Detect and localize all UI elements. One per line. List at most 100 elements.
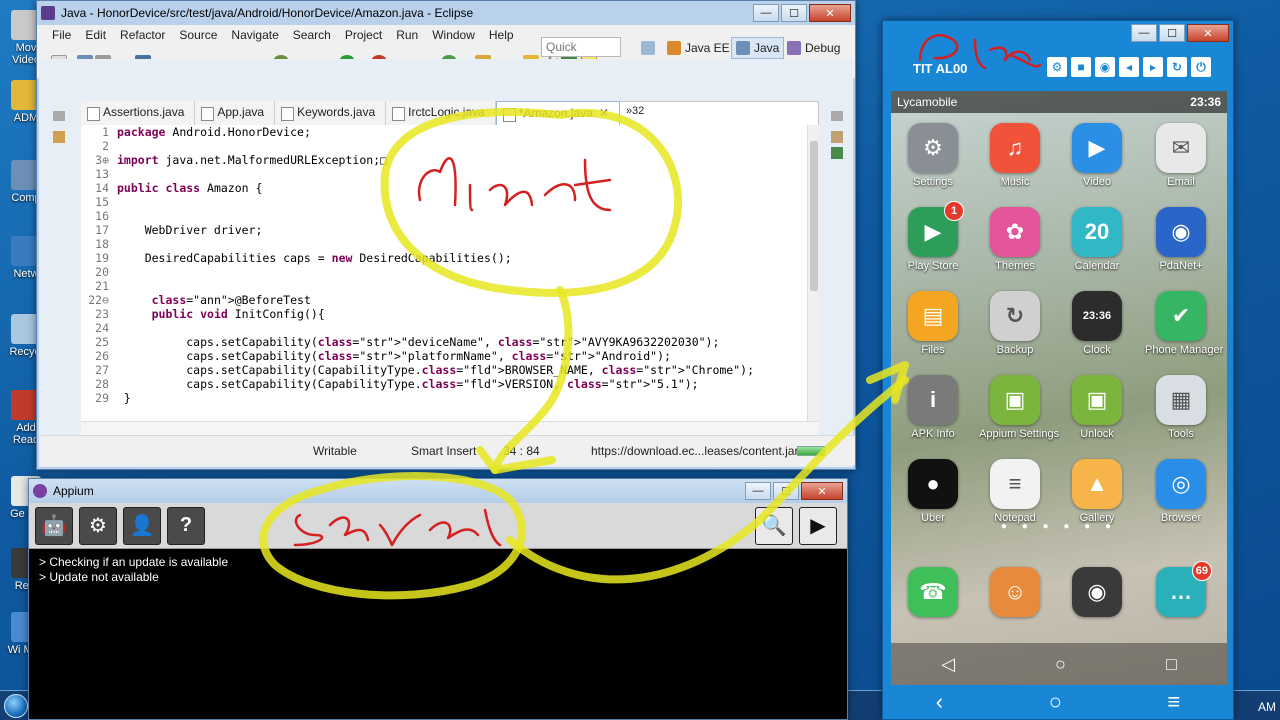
menu-window[interactable]: Window: [425, 28, 482, 42]
appium-close-button[interactable]: ✕: [801, 482, 843, 500]
menu-search[interactable]: Search: [286, 28, 338, 42]
app-pdanet-[interactable]: ◉ PdaNet+: [1145, 207, 1217, 272]
about-button[interactable]: ?: [167, 506, 205, 545]
appium-maximize-button[interactable]: ☐: [773, 482, 799, 500]
app-phone-manager[interactable]: ✔ Phone Manager: [1145, 291, 1223, 356]
phone-screen[interactable]: Lycamobile 23:36 ⚙ Settings ♫ Music ▶ Video ✉ E…: [891, 91, 1227, 685]
app-browser[interactable]: ◎ Browser: [1145, 459, 1217, 524]
mirror-nav-bar: ‹ ○ ≡: [883, 685, 1233, 719]
magnifier-icon: 🔍: [761, 515, 787, 537]
restore-icon[interactable]: [53, 111, 65, 121]
minimize-button[interactable]: —: [753, 4, 779, 22]
code-editor[interactable]: 1 package Android.HonorDevice; 2 3⊕ import j…: [81, 125, 819, 421]
junit-icon[interactable]: [831, 147, 843, 159]
progress-bar[interactable]: [797, 446, 825, 456]
menu-source[interactable]: Source: [172, 28, 224, 42]
code-line: 24: [81, 321, 819, 335]
menu-edit[interactable]: Edit: [78, 28, 113, 42]
camera-icon[interactable]: ◉: [1095, 57, 1115, 77]
menu-run[interactable]: Run: [389, 28, 425, 42]
mirror-back-icon[interactable]: ‹: [936, 689, 943, 715]
app-glyph-icon: ▦: [1170, 387, 1192, 412]
volume-down-icon[interactable]: ◂: [1119, 57, 1139, 77]
phone-maximize-button[interactable]: ☐: [1159, 24, 1185, 42]
phone-minimize-button[interactable]: —: [1131, 24, 1157, 42]
app-notepad[interactable]: ≡ Notepad: [979, 459, 1051, 524]
outline-icon[interactable]: [831, 111, 843, 121]
phone-titlebar[interactable]: — ☐ ✕: [883, 21, 1233, 45]
close-button[interactable]: ✕: [809, 4, 851, 22]
quick-access-input[interactable]: Quick Access: [541, 37, 621, 68]
menu-project[interactable]: Project: [338, 28, 389, 42]
close-tab-icon[interactable]: ✕: [599, 106, 609, 120]
app-dock[interactable]: … 69: [1145, 561, 1217, 617]
task-list-icon[interactable]: [831, 131, 843, 143]
inspector-button[interactable]: 🔍: [755, 506, 793, 545]
line-number: 29: [95, 391, 109, 405]
editor-tab[interactable]: Keywords.java: [275, 101, 387, 125]
app-settings[interactable]: ⚙ Settings: [897, 123, 969, 188]
app-backup[interactable]: ↻ Backup: [979, 291, 1051, 356]
home-nav-icon[interactable]: ○: [1055, 654, 1066, 675]
recents-nav-icon[interactable]: □: [1166, 654, 1177, 675]
phone-close-button[interactable]: ✕: [1187, 24, 1229, 42]
editor-horizontal-scrollbar[interactable]: [81, 421, 819, 435]
menu-refactor[interactable]: Refactor: [113, 28, 172, 42]
more-tabs-indicator[interactable]: »32: [620, 101, 650, 125]
general-settings-button[interactable]: ⚙: [79, 506, 117, 545]
open-perspective-button[interactable]: [637, 37, 659, 59]
app-apk-info[interactable]: i APK Info: [897, 375, 969, 440]
menu-help[interactable]: Help: [482, 28, 521, 42]
app-dock[interactable]: ☺: [979, 567, 1051, 617]
editor-tab[interactable]: App.java: [195, 101, 276, 125]
app-dock[interactable]: ☎: [897, 567, 969, 617]
rotate-icon[interactable]: ↻: [1167, 57, 1187, 77]
volume-up-icon[interactable]: ▸: [1143, 57, 1163, 77]
power-icon[interactable]: ⏻: [1191, 57, 1211, 77]
code-text: public void InitConfig(){: [151, 307, 325, 321]
package-explorer-icon[interactable]: [53, 131, 65, 143]
code-line: 15: [81, 195, 819, 209]
app-unlock[interactable]: ▣ Unlock: [1061, 375, 1133, 440]
app-tools[interactable]: ▦ Tools: [1145, 375, 1217, 440]
record-icon[interactable]: ■: [1071, 57, 1091, 77]
mirror-menu-icon[interactable]: ≡: [1167, 689, 1180, 715]
app-music[interactable]: ♫ Music: [979, 123, 1051, 188]
android-settings-button[interactable]: 🤖: [35, 506, 73, 545]
eclipse-titlebar[interactable]: Java - HonorDevice/src/test/java/Android…: [37, 1, 855, 25]
menu-file[interactable]: File: [45, 28, 78, 42]
app-label: Tools: [1168, 428, 1194, 440]
developer-settings-button[interactable]: 👤: [123, 506, 161, 545]
appium-titlebar[interactable]: Appium — ☐ ✕: [29, 479, 847, 503]
settings-icon[interactable]: ⚙: [1047, 57, 1067, 77]
perspective-debug[interactable]: Debug: [783, 37, 844, 59]
perspective-java-ee[interactable]: Java EE: [663, 37, 734, 59]
perspective-java[interactable]: Java: [731, 37, 785, 59]
log-line: > Update not available: [39, 570, 159, 584]
app-dock[interactable]: ◉: [1061, 567, 1133, 617]
launch-button[interactable]: ▶: [799, 506, 837, 545]
app-calendar[interactable]: 20 Calendar: [1061, 207, 1133, 272]
appium-log: > Checking if an update is available > Up…: [29, 549, 847, 591]
menu-navigate[interactable]: Navigate: [224, 28, 285, 42]
maximize-button[interactable]: ☐: [781, 4, 807, 22]
start-button[interactable]: [4, 694, 28, 718]
code-line: 23 public void InitConfig(){: [81, 307, 819, 321]
app-email[interactable]: ✉ Email: [1145, 123, 1217, 188]
app-themes[interactable]: ✿ Themes: [979, 207, 1051, 272]
editor-tab[interactable]: Assertions.java: [81, 101, 196, 125]
editor-tab[interactable]: IrctcLogic.java: [386, 101, 496, 125]
back-nav-icon[interactable]: ◁: [941, 654, 955, 675]
eclipse-title: Java - HonorDevice/src/test/java/Android…: [61, 6, 474, 20]
mirror-home-icon[interactable]: ○: [1049, 689, 1062, 715]
app-uber[interactable]: ● Uber: [897, 459, 969, 524]
editor-tab[interactable]: *Amazon.java ✕: [495, 101, 620, 125]
app-files[interactable]: ▤ Files: [897, 291, 969, 356]
open-perspective-icon: [641, 41, 655, 55]
app-gallery[interactable]: ▲ Gallery: [1061, 459, 1133, 524]
app-video[interactable]: ▶ Video: [1061, 123, 1133, 188]
app-clock[interactable]: 23:36 Clock: [1061, 291, 1133, 356]
appium-minimize-button[interactable]: —: [745, 482, 771, 500]
app-appium-settings[interactable]: ▣ Appium Settings: [979, 375, 1059, 440]
app-play-store[interactable]: ▶ 1 Play Store: [897, 201, 969, 272]
